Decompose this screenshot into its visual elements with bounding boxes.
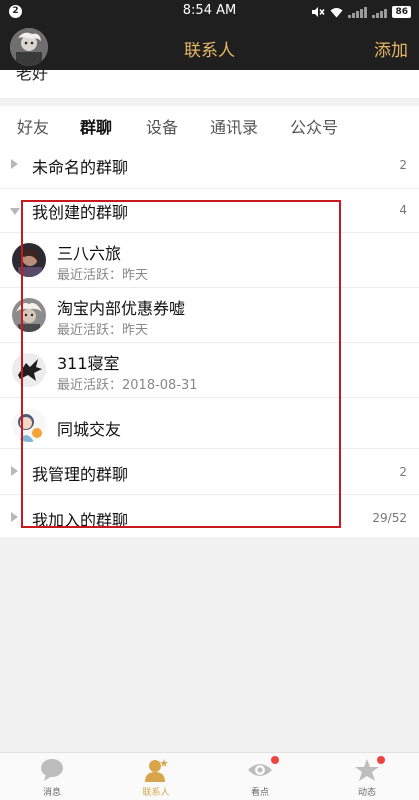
signal-icon: [348, 6, 368, 18]
group-label: 我管理的群聊: [32, 465, 129, 484]
expand-arrow-icon: [10, 208, 20, 215]
nav-label: 看点: [250, 788, 269, 798]
last-active-text: 最近活跃：昨天: [57, 268, 149, 283]
wifi-icon: [330, 7, 343, 17]
group-joined[interactable]: 我加入的群聊 29/52: [0, 494, 419, 540]
chat-bubble-icon: [41, 759, 63, 781]
last-active-text: 最近活跃：昨天: [57, 323, 149, 338]
tab-official-accounts[interactable]: 公众号: [290, 114, 338, 138]
last-active-text: 最近活跃：2018-08-31: [57, 378, 198, 393]
group-count: 2: [399, 465, 407, 479]
group-chat-item[interactable]: 311寝室 最近活跃：2018-08-31: [0, 342, 419, 397]
notification-dot: [271, 756, 279, 764]
add-button[interactable]: 添加: [374, 36, 408, 61]
contact-person-icon: [145, 759, 168, 782]
collapse-arrow-icon: [11, 512, 18, 522]
group-avatar: [12, 353, 46, 387]
tab-friends[interactable]: 好友: [17, 114, 49, 138]
nav-label: 消息: [42, 788, 61, 798]
nav-contacts[interactable]: 联系人: [126, 757, 186, 798]
group-chat-item[interactable]: 淘宝内部优惠券嘘 最近活跃：昨天: [0, 287, 419, 342]
eye-icon: [248, 764, 272, 776]
group-chat-list: 未命名的群聊 2 我创建的群聊 4 三八六旅 最近活跃：昨天 淘宝内部优惠券嘘 …: [0, 142, 419, 537]
group-chat-name: 同城交友: [57, 420, 122, 439]
group-chat-item[interactable]: 三八六旅 最近活跃：昨天: [0, 232, 419, 287]
group-count: 29/52: [372, 511, 407, 525]
star-icon: [355, 759, 379, 781]
nav-label: 联系人: [142, 788, 170, 798]
nav-feed[interactable]: 动态: [337, 756, 397, 798]
tab-devices[interactable]: 设备: [146, 114, 178, 138]
group-chat-name: 311寝室: [57, 354, 120, 373]
nav-label: 动态: [357, 788, 376, 798]
title-bar: 联系人 添加: [0, 24, 419, 70]
group-count: 2: [399, 158, 407, 172]
notification-dot: [377, 756, 385, 764]
group-managed[interactable]: 我管理的群聊 2: [0, 448, 419, 494]
partial-row-text: 老好: [16, 70, 49, 83]
status-bar: 2 8:54 AM 86: [0, 0, 419, 24]
group-label: 我加入的群聊: [32, 511, 129, 530]
group-count: 4: [399, 203, 407, 217]
group-unnamed[interactable]: 未命名的群聊 2: [0, 142, 419, 188]
bottom-nav: 消息 联系人 看点 动态: [0, 752, 419, 800]
group-created[interactable]: 我创建的群聊 4: [0, 188, 419, 232]
nav-discover[interactable]: 看点: [230, 756, 290, 798]
mute-icon: [312, 7, 326, 17]
group-chat-name: 三八六旅: [57, 244, 122, 263]
nav-messages[interactable]: 消息: [22, 757, 82, 798]
contact-tabs: 好友 群聊 设备 通讯录 公众号: [0, 98, 419, 147]
group-avatar: [12, 408, 46, 442]
collapse-arrow-icon: [11, 466, 18, 476]
group-avatar: [12, 298, 46, 332]
partial-list-row[interactable]: 老好: [0, 70, 419, 98]
page-title: 联系人: [184, 41, 235, 61]
group-avatar: [12, 243, 46, 277]
signal-2-icon: [372, 7, 388, 18]
group-chat-name: 淘宝内部优惠券嘘: [57, 299, 186, 318]
tab-group-chats[interactable]: 群聊: [80, 114, 112, 138]
collapse-arrow-icon: [11, 159, 18, 169]
group-chat-item[interactable]: 同城交友: [0, 397, 419, 452]
status-icons: 86: [311, 5, 411, 19]
group-label: 我创建的群聊: [32, 203, 129, 222]
tab-address-book[interactable]: 通讯录: [210, 114, 258, 138]
group-label: 未命名的群聊: [32, 158, 129, 177]
battery-indicator: 86: [392, 6, 411, 18]
